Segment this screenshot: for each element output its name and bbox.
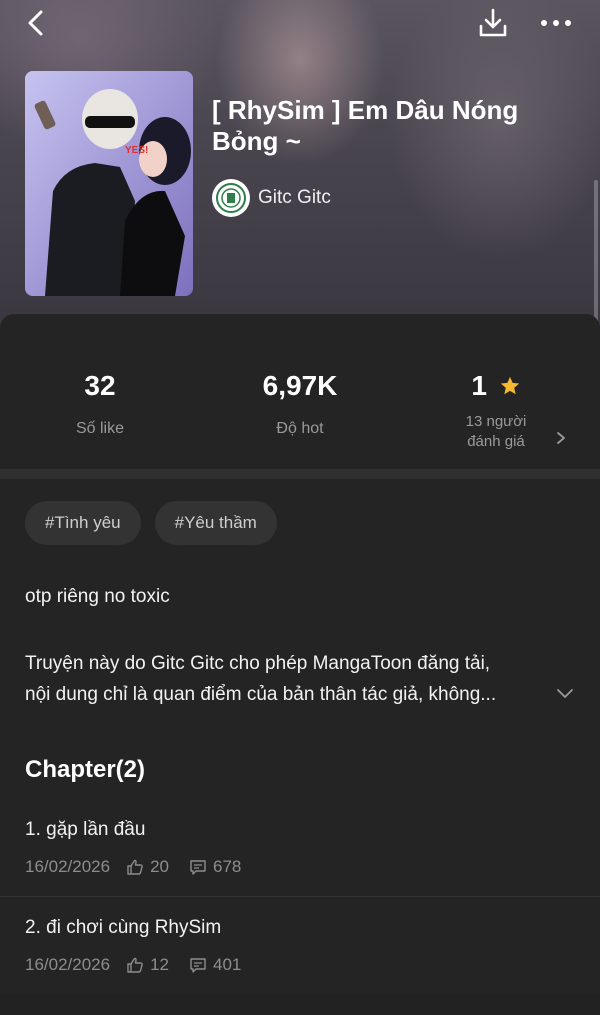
chapter-item[interactable]: 2. đi chơi cùng RhySim 16/02/2026 12 401 bbox=[0, 917, 600, 1015]
cover-sign-text: YES! bbox=[125, 145, 148, 156]
more-button[interactable] bbox=[538, 8, 574, 38]
chapter-comment-count: 678 bbox=[213, 857, 242, 876]
tag-chip[interactable]: #Yêu thầm bbox=[154, 501, 277, 545]
author-avatar[interactable] bbox=[212, 179, 250, 217]
author-row[interactable]: Gitc Gitc bbox=[212, 178, 331, 218]
description[interactable]: Truyện này do Gitc Gitc cho phép MangaTo… bbox=[25, 648, 555, 710]
chapters-heading: Chapter(2) bbox=[25, 756, 146, 783]
author-logo-icon bbox=[216, 183, 246, 213]
chevron-right-icon[interactable] bbox=[554, 428, 568, 448]
description-line: Truyện này do Gitc Gitc cho phép MangaTo… bbox=[25, 653, 491, 674]
back-icon bbox=[28, 10, 43, 36]
thumbs-up-icon bbox=[127, 957, 143, 973]
summary-text: otp riêng no toxic bbox=[25, 586, 170, 607]
chapter-comment-count: 401 bbox=[213, 955, 242, 974]
tag-chip[interactable]: #Tình yêu bbox=[25, 501, 141, 545]
comment-icon bbox=[190, 958, 206, 973]
star-icon bbox=[500, 376, 519, 395]
author-name: Gitc Gitc bbox=[258, 187, 331, 208]
more-icon bbox=[541, 20, 571, 26]
section-divider bbox=[0, 469, 600, 479]
hot-stat: 6,97K Độ hot bbox=[200, 366, 400, 438]
chapter-divider bbox=[0, 896, 600, 897]
cover-image[interactable]: YES! bbox=[25, 71, 193, 296]
rating-value-row: 1 bbox=[396, 366, 596, 406]
chapter-like-count: 20 bbox=[150, 857, 170, 876]
detail-panel: 32 Số like 6,97K Độ hot 1 13 người đánh … bbox=[0, 314, 600, 994]
rating-value: 1 bbox=[471, 370, 487, 401]
chapter-date: 16/02/2026 bbox=[25, 955, 111, 974]
likes-label: Số like bbox=[75, 420, 125, 437]
likes-count: 32 bbox=[84, 370, 116, 401]
comment-icon bbox=[190, 860, 206, 875]
description-line: nội dung chỉ là quan điểm của bản thân t… bbox=[25, 684, 497, 705]
cover-illustration: YES! bbox=[25, 71, 193, 296]
chapter-date: 16/02/2026 bbox=[25, 857, 111, 876]
tag-list: #Tình yêu #Yêu thầm bbox=[25, 501, 277, 545]
chapter-meta: 16/02/2026 12 401 bbox=[25, 955, 241, 975]
hot-label: Độ hot bbox=[276, 420, 324, 437]
chapter-title: 2. đi chơi cùng RhySim bbox=[25, 917, 222, 938]
hot-count: 6,97K bbox=[262, 370, 338, 401]
comic-title: [ RhySim ] Em Dâu Nóng Bỏng ~ bbox=[212, 95, 519, 156]
thumbs-up-icon bbox=[127, 859, 143, 875]
likes-stat: 32 Số like bbox=[0, 366, 200, 438]
chevron-down-icon[interactable] bbox=[556, 686, 574, 700]
chapter-title: 1. gặp lần đầu bbox=[25, 819, 146, 840]
top-bar bbox=[0, 0, 600, 46]
chapter-meta: 16/02/2026 20 678 bbox=[25, 857, 241, 877]
chapter-like-count: 12 bbox=[150, 955, 170, 974]
download-button[interactable] bbox=[476, 6, 510, 40]
chapter-item[interactable]: 1. gặp lần đầu 16/02/2026 20 678 bbox=[0, 819, 600, 917]
download-icon bbox=[479, 8, 507, 37]
back-button[interactable] bbox=[22, 8, 52, 38]
stats-row: 32 Số like 6,97K Độ hot 1 13 người đánh … bbox=[0, 366, 600, 466]
